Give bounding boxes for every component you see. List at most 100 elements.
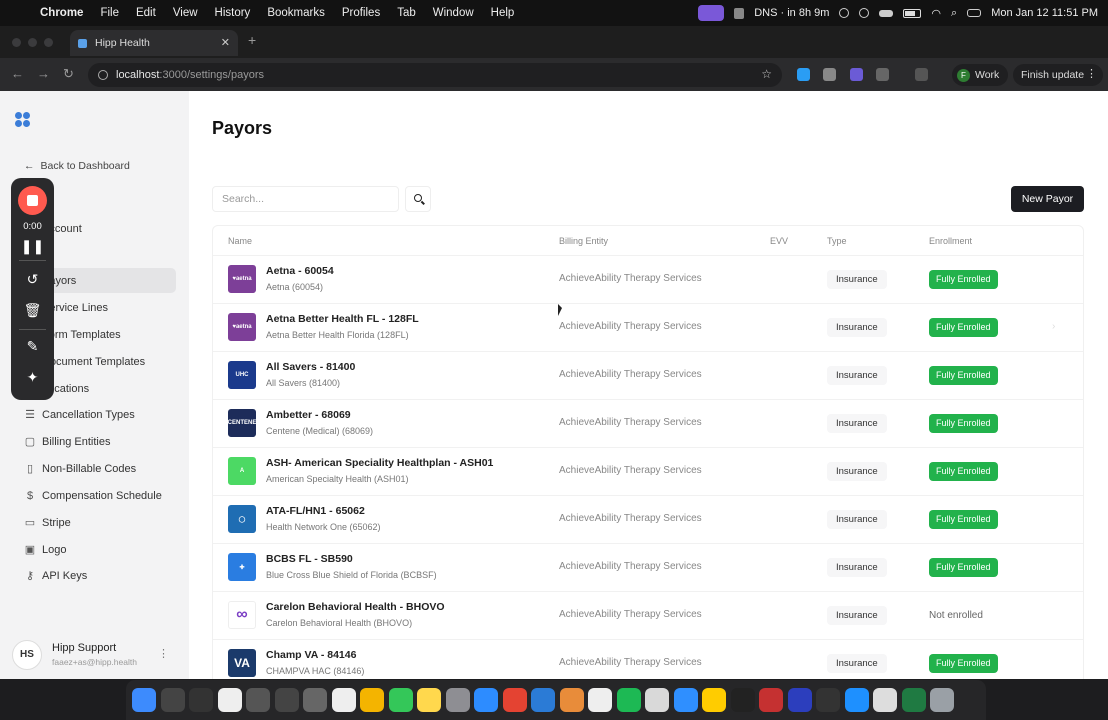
new-tab-button[interactable]: +	[248, 32, 256, 48]
dns-status[interactable]: DNS · in 8h 9m	[754, 7, 829, 19]
table-row[interactable]: UHC All Savers - 81400 All Savers (81400…	[213, 351, 1083, 399]
table-row[interactable]: ∞ Carelon Behavioral Health - BHOVO Care…	[213, 591, 1083, 639]
new-payor-button[interactable]: New Payor	[1011, 186, 1084, 212]
remote-icon[interactable]	[787, 688, 812, 712]
table-row[interactable]: ◯ ATA-FL/HN1 - 65062 Health Network One …	[213, 495, 1083, 543]
table-row[interactable]: ✚ BCBS FL - SB590 Blue Cross Blue Shield…	[213, 543, 1083, 591]
menu-view[interactable]: View	[173, 7, 198, 19]
extension-3-icon[interactable]	[850, 68, 863, 81]
settings-icon[interactable]	[445, 688, 470, 712]
tableplus-icon[interactable]	[702, 688, 726, 712]
excel-icon[interactable]	[901, 688, 926, 712]
control-center-icon[interactable]	[967, 9, 982, 17]
menu-profiles[interactable]: Profiles	[342, 7, 380, 19]
slack-icon[interactable]	[588, 688, 612, 712]
terminal-icon[interactable]	[730, 688, 755, 712]
menu-app-name[interactable]: Chrome	[40, 7, 83, 19]
search-icon[interactable]: ⌕	[951, 7, 957, 20]
extensions-puzzle-icon[interactable]	[876, 68, 889, 81]
cursor-app-icon[interactable]	[160, 688, 185, 712]
table-row[interactable]: CENTENE Ambetter - 68069 Centene (Medica…	[213, 399, 1083, 447]
search-button[interactable]	[405, 186, 431, 212]
column-header-evv[interactable]: EVV	[770, 236, 788, 246]
column-header-type[interactable]: Type	[827, 236, 847, 246]
screen-capture-icon[interactable]	[698, 5, 725, 21]
calendar-icon[interactable]	[246, 688, 270, 712]
effects-icon[interactable]: ✦	[11, 369, 54, 386]
activity-icon[interactable]	[816, 688, 840, 712]
claude-icon[interactable]	[645, 688, 669, 712]
browser-tab[interactable]: Hipp Health ✕	[70, 30, 238, 56]
column-header-enrollment[interactable]: Enrollment	[929, 236, 972, 246]
wifi-icon[interactable]: ◠	[931, 7, 941, 20]
car-icon[interactable]	[879, 9, 894, 17]
chatgpt-icon[interactable]	[331, 688, 356, 712]
extension-2-icon[interactable]	[823, 68, 836, 81]
column-header-name[interactable]: Name	[228, 236, 252, 246]
pause-icon[interactable]: ❚❚	[11, 238, 54, 255]
more-vertical-icon[interactable]: ⋮	[158, 647, 169, 660]
menu-history[interactable]: History	[215, 7, 251, 19]
sidebar-item-logo[interactable]: ▣ Logo	[24, 537, 176, 562]
vscode-icon[interactable]	[531, 688, 555, 712]
appstore-icon[interactable]	[844, 688, 869, 712]
finder-icon[interactable]	[132, 688, 156, 712]
column-header-billing[interactable]: Billing Entity	[559, 236, 608, 246]
table-row[interactable]: ♥aetna Aetna Better Health FL - 128FL Ae…	[213, 303, 1083, 351]
spotify-icon[interactable]	[616, 688, 641, 712]
trash-icon[interactable]	[930, 688, 954, 712]
menu-window[interactable]: Window	[433, 7, 474, 19]
draw-icon[interactable]: ✎	[11, 338, 54, 355]
forward-arrow-icon[interactable]: →	[37, 66, 50, 81]
sidebar-item-non-billable-codes[interactable]: ▯ Non-Billable Codes	[24, 456, 176, 481]
zoom-window-button[interactable]	[44, 38, 53, 47]
stop-recording-button[interactable]	[18, 186, 47, 215]
sidebar-item-api-keys[interactable]: ⚷ API Keys	[24, 563, 176, 588]
reload-icon[interactable]: ↻	[63, 66, 74, 82]
menu-edit[interactable]: Edit	[136, 7, 156, 19]
battery-icon[interactable]	[903, 8, 922, 18]
search-input[interactable]: Search...	[212, 186, 399, 212]
menu-file[interactable]: File	[100, 7, 119, 19]
bookmark-star-icon[interactable]: ☆	[761, 67, 772, 81]
back-to-dashboard-link[interactable]: ← Back to Dashboard	[24, 160, 130, 172]
sidebar-item-billing-entities[interactable]: ▢ Billing Entities	[24, 429, 176, 454]
delete-icon[interactable]: 🗑	[11, 302, 54, 319]
messages-icon[interactable]	[388, 688, 413, 712]
table-row[interactable]: VA Champ VA - 84146 CHAMPVA HAC (84146) …	[213, 639, 1083, 679]
table-row[interactable]: ♥aetna Aetna - 60054 Aetna (60054) Achie…	[213, 255, 1083, 303]
notes-dark-icon[interactable]	[189, 688, 213, 712]
chevron-right-icon[interactable]: ›	[1052, 321, 1055, 332]
zoom-icon[interactable]	[474, 688, 498, 712]
play-icon[interactable]	[859, 8, 870, 18]
extension-1-icon[interactable]	[797, 68, 810, 81]
sidebar-item-stripe[interactable]: ▭ Stripe	[24, 510, 176, 535]
user-menu[interactable]: HS Hipp Support faaez+as@hipp.health ⋮	[12, 639, 177, 670]
close-tab-icon[interactable]: ✕	[221, 36, 230, 49]
send-icon[interactable]	[274, 688, 299, 712]
textedit-icon[interactable]	[873, 688, 897, 712]
toolbox-icon[interactable]	[559, 688, 584, 712]
profile-button[interactable]: F Work	[952, 64, 1008, 86]
menu-help[interactable]: Help	[491, 7, 515, 19]
restart-icon[interactable]: ↺	[11, 271, 54, 288]
todoist-icon[interactable]	[502, 688, 527, 712]
sidebar-item-compensation-schedule[interactable]: $ Compensation Schedule	[24, 483, 176, 508]
notion-icon[interactable]	[217, 688, 242, 712]
address-bar[interactable]: localhost:3000/settings/payors ☆	[88, 63, 782, 87]
clock-history-icon[interactable]	[839, 8, 850, 18]
screenshot-icon[interactable]	[759, 688, 783, 712]
chrome-icon[interactable]	[360, 688, 384, 712]
table-row[interactable]: A ASH- American Speciality Healthplan - …	[213, 447, 1083, 495]
minimize-window-button[interactable]	[28, 38, 37, 47]
menu-bookmarks[interactable]: Bookmarks	[267, 7, 325, 19]
safari-icon[interactable]	[673, 688, 698, 712]
notes-icon[interactable]	[417, 688, 441, 712]
finish-update-button[interactable]: Finish update ⋮	[1013, 64, 1103, 86]
status-app-icon[interactable]	[734, 7, 745, 19]
site-info-icon[interactable]	[98, 70, 108, 80]
back-arrow-icon[interactable]: ←	[11, 66, 24, 81]
menubar-clock[interactable]: Mon Jan 12 11:51 PM	[991, 7, 1098, 19]
close-window-button[interactable]	[12, 38, 21, 47]
chrome-menu-icon[interactable]: ⋮	[1086, 67, 1097, 80]
